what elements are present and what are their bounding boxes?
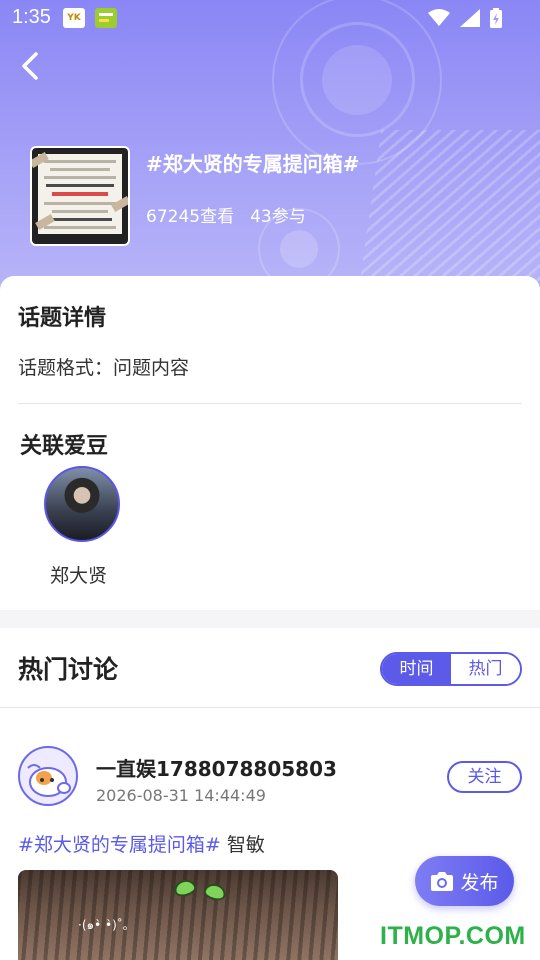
post-text: #郑大贤的专属提问箱# 智敏 [18, 830, 265, 857]
section-gap [0, 610, 540, 628]
hot-discussion-heading: 热门讨论 [18, 655, 119, 684]
back-button[interactable] [12, 46, 52, 86]
view-count: 67245查看 [146, 207, 235, 227]
divider [0, 707, 540, 708]
post-image[interactable]: ·(๑•̀ •̀)˚。 [18, 870, 338, 960]
post-body: 智敏 [220, 834, 265, 856]
idol-name[interactable]: 郑大贤 [50, 561, 107, 588]
tab-time[interactable]: 时间 [382, 654, 451, 684]
status-time: 1:35 [12, 6, 51, 28]
decor-circle [280, 230, 318, 268]
publish-button[interactable]: 发布 [415, 856, 514, 906]
topic-cover-image [30, 146, 130, 246]
related-idol-heading: 关联爱豆 [20, 434, 109, 459]
follow-button[interactable]: 关注 [447, 761, 522, 793]
status-bar: 1:35 YK [0, 0, 540, 36]
idol-avatar[interactable] [44, 466, 120, 542]
topic-format-text: 话题格式：问题内容 [18, 357, 190, 379]
battery-icon [490, 8, 502, 28]
watermark: ITMOP.COM [380, 922, 526, 950]
sort-toggle: 时间 热门 [380, 652, 522, 686]
topic-title: #郑大贤的专属提问箱# [146, 152, 360, 176]
topic-stats: 67245查看 43参与 [146, 202, 306, 227]
decor-circle [322, 45, 392, 115]
post-timestamp: 2026-08-31 14:44:49 [96, 786, 266, 805]
post-user-avatar[interactable] [18, 746, 78, 806]
post-username[interactable]: 一直娱1788078805803 [96, 753, 337, 782]
participant-count: 43参与 [250, 207, 306, 227]
publish-label: 发布 [460, 871, 499, 894]
camera-icon [431, 872, 454, 891]
divider [18, 403, 522, 404]
notification-app-icon: YK [63, 8, 85, 28]
post-topic-tag[interactable]: #郑大贤的专属提问箱# [18, 834, 221, 856]
chevron-left-icon [22, 52, 38, 80]
signal-icon [460, 9, 480, 27]
details-heading: 话题详情 [18, 306, 107, 331]
wifi-icon [428, 9, 450, 26]
decor-stripes [358, 130, 540, 290]
system-icons [428, 8, 502, 28]
tab-hot[interactable]: 热门 [451, 654, 520, 684]
notification-app-icon [95, 8, 117, 28]
